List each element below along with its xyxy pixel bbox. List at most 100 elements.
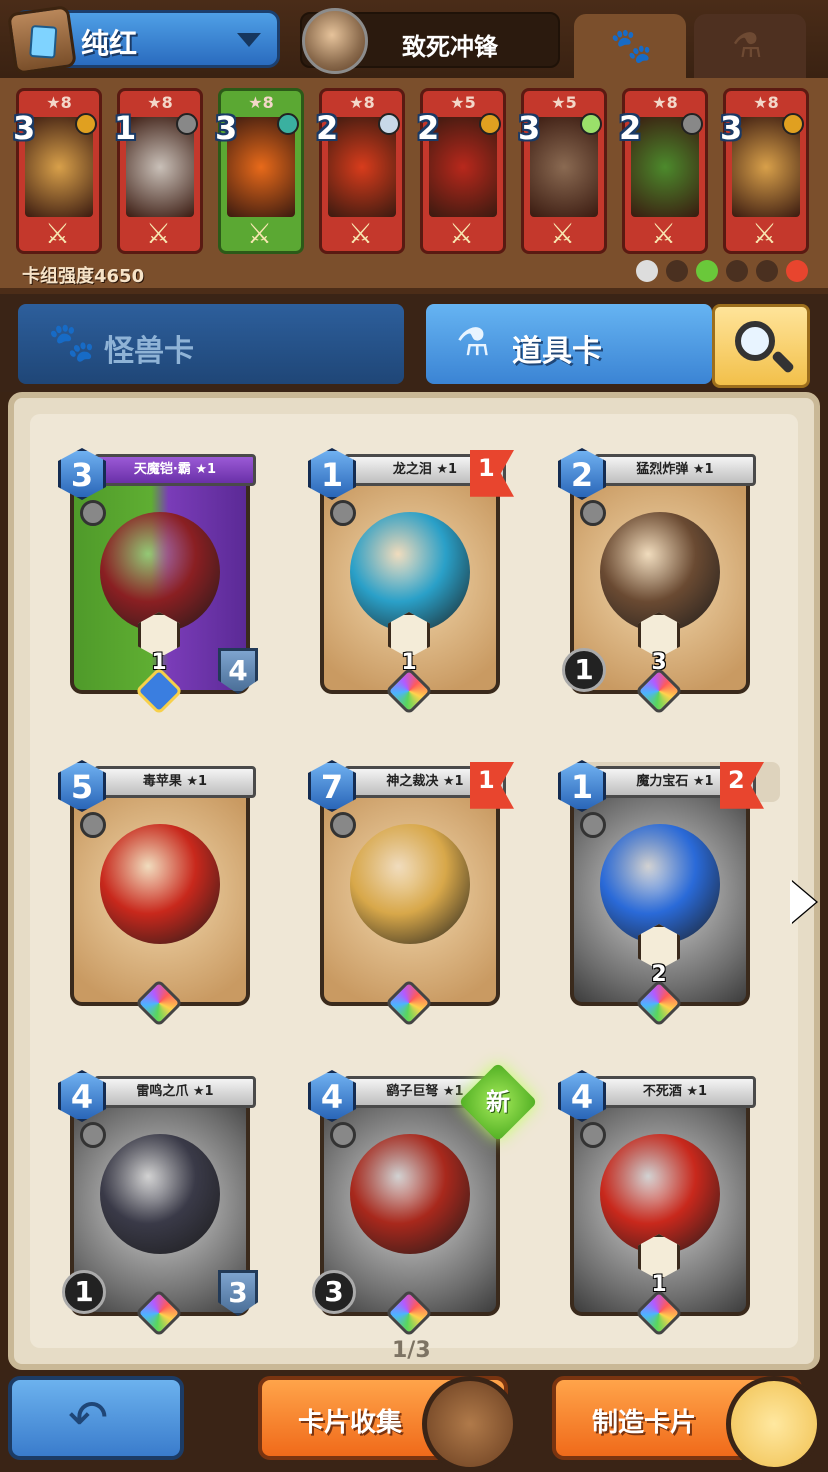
deck-card-element-gem [580, 113, 602, 135]
search-button[interactable] [712, 304, 810, 388]
item-card[interactable]: 毒苹果 ★1 5 [58, 760, 258, 1028]
beast-icon[interactable] [666, 260, 688, 282]
card-flag: 2 [720, 762, 764, 809]
deck-selector[interactable]: 纯红 [6, 4, 280, 76]
deck-card[interactable]: ★8 2 ⚔ [619, 88, 708, 254]
shadow-icon[interactable] [726, 260, 748, 282]
new-badge-label: 新 [486, 1088, 510, 1116]
sword-icon: ⚔ [45, 217, 71, 250]
deck-card-element-gem [176, 113, 198, 135]
top-bar: 纯红 致死冲锋 🐾 ⚗ [0, 0, 828, 78]
card-title-banner: 天魔铠·霸 ★1 [94, 454, 256, 486]
sword-icon: ⚔ [752, 217, 778, 250]
deck-card-cost: 2 [417, 109, 440, 147]
deck-card-element-gem [277, 113, 299, 135]
fire-icon[interactable] [786, 260, 808, 282]
deck-card-cost: 3 [518, 109, 541, 147]
tab-monster-cards[interactable]: 🐾 怪兽卡 [18, 304, 404, 384]
deck-card[interactable]: ★8 2 ⚔ [316, 88, 405, 254]
deck-card[interactable]: ★8 1 ⚔ [114, 88, 203, 254]
nature-icon[interactable] [696, 260, 718, 282]
item-card[interactable]: 鹞子巨弩 ★1 4 新 3 [308, 1062, 538, 1338]
card-flag: 1 [470, 450, 514, 497]
card-slot-icon [580, 1122, 606, 1148]
deck-card-element-gem [75, 113, 97, 135]
dragon-icon[interactable] [756, 260, 778, 282]
item-card[interactable]: 龙之泪 ★1 1 1 1 [308, 448, 514, 716]
deck-card[interactable]: ★5 2 ⚔ [417, 88, 506, 254]
sword-icon: ⚔ [247, 217, 273, 250]
card-art [100, 824, 220, 944]
deck-strip: ★8 3 ⚔ ★8 1 ⚔ ★8 3 ⚔ ★8 2 ⚔ ★5 2 ⚔ ★5 3 ⚔ ★8 2 ⚔ ★8 3 ⚔ 卡组强度465… [0, 78, 828, 294]
element-filter [628, 260, 808, 284]
craft-card-label: 制造卡片 [592, 1408, 697, 1438]
sword-icon: ⚔ [348, 217, 374, 250]
deck-card-element-gem [479, 113, 501, 135]
tab-item-cards[interactable]: ⚗ 道具卡 [426, 304, 712, 384]
deck-card-element-gem [681, 113, 703, 135]
flask-icon: ⚗ [732, 26, 763, 66]
tab-item-label: 道具卡 [512, 334, 602, 369]
card-slot-icon [80, 812, 106, 838]
card-title-banner: 雷鸣之爪 ★1 [94, 1076, 256, 1108]
chevron-down-icon [237, 33, 261, 47]
item-card[interactable]: 不死酒 ★1 4 1 [558, 1070, 758, 1338]
deck-card-cost: 3 [13, 109, 36, 147]
neutral-icon[interactable] [636, 260, 658, 282]
back-arrow-icon: ↶ [68, 1390, 109, 1446]
hero-selector[interactable]: 致死冲锋 [300, 8, 560, 74]
card-title: 毒苹果 ★1 [142, 774, 208, 789]
card-title-banner: 猛烈炸弹 ★1 [594, 454, 756, 486]
card-slot-icon [80, 500, 106, 526]
deck-card-cost: 3 [720, 109, 743, 147]
card-flag: 1 [470, 762, 514, 809]
card-title: 魔力宝石 ★1 [636, 774, 714, 789]
deck-card-cost: 1 [114, 109, 137, 147]
card-art [100, 1134, 220, 1254]
deck-card-cost: 3 [215, 109, 238, 147]
back-button[interactable]: ↶ [8, 1376, 184, 1460]
item-card[interactable]: 神之裁决 ★1 7 1 [308, 760, 514, 1028]
deck-card[interactable]: ★8 3 ⚔ [215, 88, 304, 254]
deck-power: 卡组强度4650 [22, 266, 145, 287]
deck-card[interactable]: ★5 3 ⚔ [518, 88, 607, 254]
card-left-stat: 1 [562, 648, 606, 692]
item-card[interactable]: 魔力宝石 ★1 1 2 2 [558, 760, 764, 1028]
craft-card-button[interactable]: 制造卡片 [552, 1376, 822, 1472]
bottom-bar: ↶ 卡片收集 制造卡片 [0, 1370, 828, 1472]
top-tab-monster[interactable]: 🐾 [574, 14, 686, 78]
card-title: 神之裁决 ★1 [386, 774, 464, 789]
deck-card-element-gem [378, 113, 400, 135]
item-card[interactable]: 猛烈炸弹 ★1 2 3 1 [558, 448, 758, 716]
hero-name: 致死冲锋 [402, 33, 498, 61]
card-title-banner: 不死酒 ★1 [594, 1076, 756, 1108]
card-grid: x2 天魔铠·霸 ★1314龙之泪 ★1111猛烈炸弹 ★1231毒苹果 ★15… [30, 414, 798, 1348]
sword-icon: ⚔ [550, 217, 576, 250]
search-handle [770, 349, 796, 375]
book-icon [422, 1376, 518, 1472]
item-card[interactable]: 天魔铠·霸 ★1 3 1 4 [58, 448, 258, 716]
card-left-stat: 1 [62, 1270, 106, 1314]
deck-card[interactable]: ★8 3 ⚔ [720, 88, 809, 254]
card-title: 鹞子巨弩 ★1 [386, 1084, 464, 1099]
card-slot-icon [330, 500, 356, 526]
card-collection-button[interactable]: 卡片收集 [258, 1376, 518, 1472]
new-badge: 新 [458, 1062, 538, 1142]
card-title-banner: 毒苹果 ★1 [94, 766, 256, 798]
deck-book-icon [6, 4, 78, 76]
card-title: 龙之泪 ★1 [392, 462, 458, 477]
card-slot-icon [580, 812, 606, 838]
deck-name: 纯红 [81, 27, 138, 60]
deck-card[interactable]: ★8 3 ⚔ [13, 88, 102, 254]
item-card[interactable]: 雷鸣之爪 ★1 4 1 3 [58, 1070, 258, 1338]
sword-icon: ⚔ [146, 217, 172, 250]
deck-card-cost: 2 [619, 109, 642, 147]
top-tab-item[interactable]: ⚗ [694, 14, 806, 78]
card-slot-icon [330, 1122, 356, 1148]
deck-card-element-gem [782, 113, 804, 135]
card-art [350, 824, 470, 944]
card-panel: x2 天魔铠·霸 ★1314龙之泪 ★1111猛烈炸弹 ★1231毒苹果 ★15… [8, 392, 820, 1370]
hero-avatar [302, 8, 368, 74]
card-left-stat: 3 [312, 1270, 356, 1314]
next-page-arrow[interactable] [790, 880, 816, 924]
